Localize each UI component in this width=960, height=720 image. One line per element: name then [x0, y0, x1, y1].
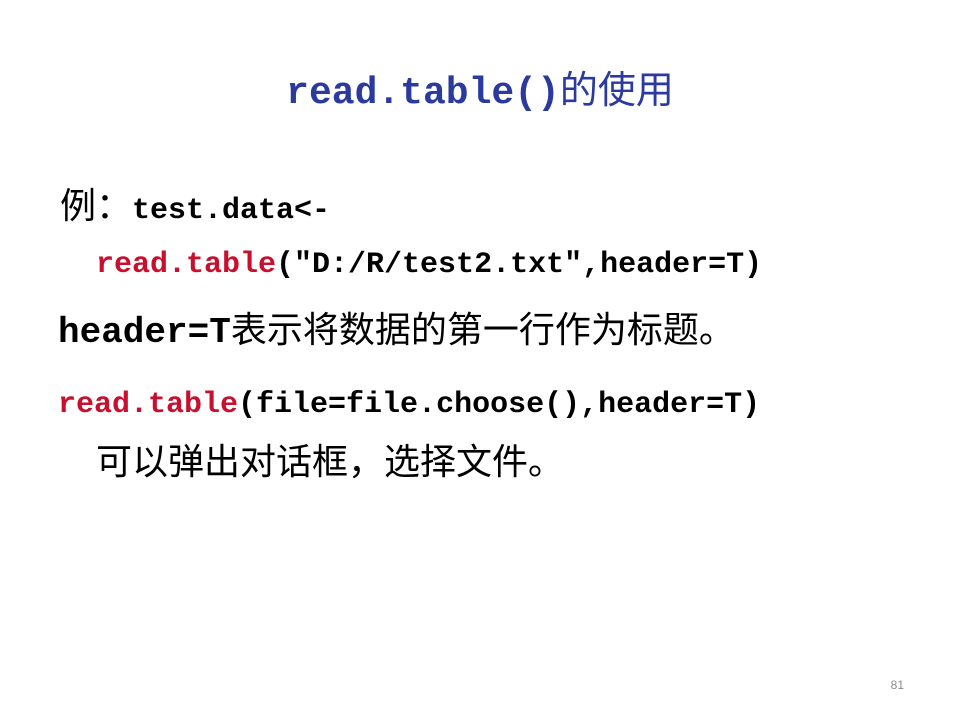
slide-title: read.table()的使用 [0, 62, 960, 122]
file-choose-explanation-line: 可以弹出对话框，选择文件。 [96, 434, 564, 491]
read-table-arguments: ("D:/R/test2.txt",header=T) [276, 248, 763, 282]
example-line: 例：test.data<- [60, 182, 330, 236]
header-explanation-text: 表示将数据的第一行作为标题。 [230, 310, 735, 351]
read-table-function-2: read.table [58, 388, 239, 422]
slide: read.table()的使用 例：test.data<- read.table… [0, 0, 960, 720]
file-choose-call-line: read.table(file=file.choose(),header=T) [58, 380, 760, 428]
example-prefix: 例： [60, 186, 133, 227]
file-choose-explanation-text: 可以弹出对话框，选择文件。 [96, 442, 565, 483]
file-choose-arguments: (file=file.choose(),header=T) [238, 388, 761, 422]
read-table-function: read.table [96, 248, 277, 282]
example-assignment-code: test.data<- [132, 194, 331, 228]
header-param-code: header=T [58, 312, 231, 353]
read-table-call-line: read.table("D:/R/test2.txt",header=T) [96, 238, 762, 290]
title-text: 的使用 [559, 68, 674, 112]
title-code: read.table() [286, 72, 560, 115]
page-number: 81 [890, 678, 904, 692]
header-explanation-line: header=T表示将数据的第一行作为标题。 [58, 302, 735, 361]
